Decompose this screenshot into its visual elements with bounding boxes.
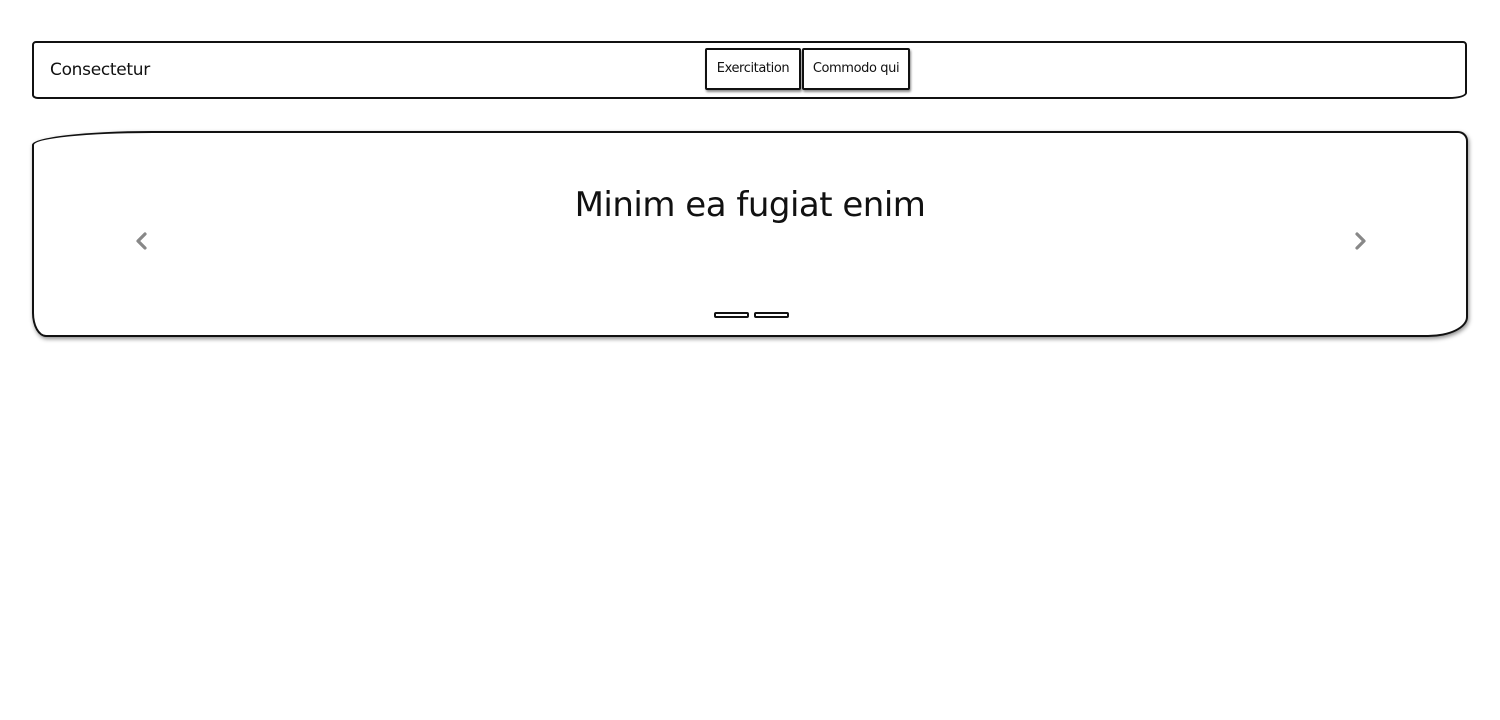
carousel-indicators (714, 312, 789, 318)
carousel-prev-button[interactable] (130, 229, 154, 253)
chevron-right-icon (1355, 232, 1366, 250)
commodo-qui-button[interactable]: Commodo qui (802, 48, 910, 90)
carousel-indicator-1[interactable] (714, 312, 749, 318)
slide-title: Minim ea fugiat enim (574, 185, 926, 225)
carousel-next-button[interactable] (1348, 229, 1372, 253)
exercitation-button[interactable]: Exercitation (705, 48, 801, 90)
chevron-left-icon (136, 232, 147, 250)
carousel: Minim ea fugiat enim (32, 131, 1468, 337)
navbar-brand[interactable]: Consectetur (50, 59, 150, 81)
page: Consectetur Exercitation Commodo qui Min… (0, 0, 1500, 720)
carousel-indicator-2[interactable] (754, 312, 789, 318)
navbar-button-group: Exercitation Commodo qui (705, 48, 910, 90)
navbar: Consectetur Exercitation Commodo qui (32, 41, 1467, 99)
